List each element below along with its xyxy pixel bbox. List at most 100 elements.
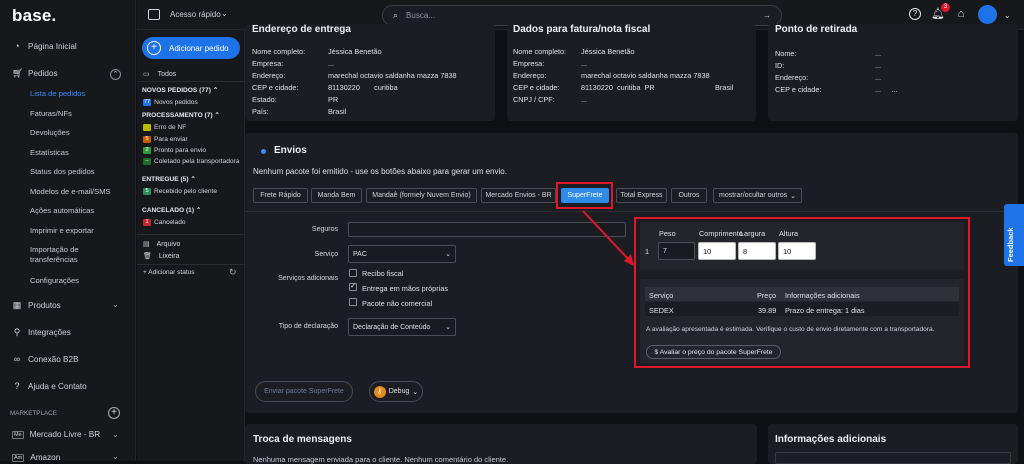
chevron-down-icon[interactable]: ⌄ [112, 430, 119, 439]
send-package-button[interactable]: Enviar pacote SuperFrete [255, 381, 353, 402]
weight-input[interactable]: 7 [658, 242, 695, 260]
add-marketplace-icon[interactable]: + [108, 407, 120, 419]
width-header: Largura [740, 229, 766, 238]
mercado-icon: Me [12, 430, 24, 439]
tab-superfrete[interactable]: SuperFrete [561, 188, 609, 203]
nav-b2b[interactable]: ∞ Conexão B2B [12, 354, 79, 364]
search-input[interactable]: ⌕ Busca... → [382, 5, 782, 26]
filter-cancelled[interactable]: 1 Cancelado [143, 219, 186, 226]
refresh-icon[interactable]: ↻ [229, 267, 237, 278]
nav-products[interactable]: ▦ Produtos [12, 300, 61, 310]
group-processing-title: PROCESSAMENTO (7) [142, 112, 213, 119]
chevron-down-icon[interactable]: ⌄ [221, 9, 228, 18]
filter-trash[interactable]: 🗑︎ Lixeira [143, 252, 180, 261]
nav-help[interactable]: ? Ajuda e Contato [12, 381, 87, 391]
debug-label: Debug [388, 388, 410, 395]
sub-automations[interactable]: Ações automáticas [30, 206, 94, 215]
pickup-label: CEP e cidade: [775, 85, 822, 94]
maos-proprias-checkbox[interactable]: ✓ [349, 283, 357, 291]
length-input[interactable]: 10 [698, 242, 736, 260]
add-status-link[interactable]: + Adicionar status [143, 269, 195, 276]
archive-icon: ▤ [143, 241, 150, 248]
delivery-value: 81130220 curitiba [328, 83, 398, 92]
servico-value: PAC [353, 250, 367, 258]
sub-templates[interactable]: Modelos de e-mail/SMS [30, 187, 111, 196]
tab-outros[interactable]: Outros [671, 188, 707, 203]
sub-returns[interactable]: Devoluções [30, 128, 70, 137]
sub-order-status[interactable]: Status dos pedidos [30, 167, 95, 176]
toggle-others-dropdown[interactable]: mostrar/ocultar outros ⌄ [713, 188, 802, 203]
link-icon: ∞ [13, 354, 21, 364]
nav-orders[interactable]: 🛒︎ Pedidos [12, 68, 58, 78]
filter-new[interactable]: 77 Novos pedidos [143, 99, 198, 106]
servico-select[interactable]: PAC ⌄ [348, 245, 456, 263]
filter-ready[interactable]: 2 Pronto para envio [143, 147, 206, 154]
nav-integrations[interactable]: ⚲ Integrações [12, 327, 71, 337]
delivery-label: Endereço: [252, 71, 286, 80]
delivery-value: PR [328, 95, 339, 104]
sub-orders-list[interactable]: Lista de pedidos [30, 89, 85, 98]
filter-collected[interactable]: – Coletado pela transportadora [143, 158, 239, 165]
sub-import-2[interactable]: transferências [30, 255, 78, 264]
debug-button[interactable]: ⚷ Debug ⌄ [369, 381, 423, 402]
chevron-down-icon[interactable]: ⌄ [112, 300, 119, 309]
collapse-icon[interactable]: ⌃ [110, 69, 121, 80]
height-input[interactable]: 10 [778, 242, 816, 260]
filter-nf-error[interactable]: Erro de NF [143, 124, 186, 131]
quote-service-header: Serviço [649, 291, 674, 300]
sub-import[interactable]: Importação de [30, 245, 79, 254]
add-order-button[interactable]: + Adicionar pedido [142, 37, 240, 59]
group-processing-header[interactable]: PROCESSAMENTO (7) ⌃ [142, 111, 220, 119]
billing-value: 81130220 curitiba PR [581, 83, 655, 92]
filter-all[interactable]: ▭ Todos [143, 70, 176, 79]
nav-home[interactable]: ◔ Página Inicial [12, 41, 76, 51]
delivery-label: CEP e cidade: [252, 83, 299, 92]
group-delivered-header[interactable]: ENTREGUE (5) ⌃ [142, 175, 196, 183]
tab-total-express[interactable]: Total Express [616, 188, 667, 203]
nav-mercado[interactable]: Me Mercado Livre - BR [12, 430, 100, 439]
help-icon[interactable]: ? [909, 8, 921, 20]
nav-help-label: Ajuda e Contato [28, 381, 87, 391]
sub-settings[interactable]: Configurações [30, 276, 79, 285]
delivery-title: Endereço de entrega [252, 24, 351, 35]
arrow-right-icon[interactable]: → [763, 11, 771, 20]
quote-price-button[interactable]: $ Avaliar o preço do pacote SuperFrete [646, 345, 781, 359]
pickup-value: ... [875, 49, 882, 58]
chevron-down-icon[interactable]: ⌄ [1004, 11, 1011, 20]
seguros-label: Seguros [311, 226, 338, 233]
gauge-icon: ◔ [14, 41, 20, 51]
billing-title: Dados para fatura/nota fiscal [513, 24, 651, 35]
billing-value: Jéssica Benetão [581, 47, 635, 56]
tipo-declaracao-select[interactable]: Declaração de Conteúdo ⌄ [348, 318, 456, 336]
sub-invoices[interactable]: Faturas/NFs [30, 109, 72, 118]
layout-icon[interactable] [148, 9, 160, 20]
main-sidebar: base. ◔ Página Inicial 🛒︎ Pedidos ⌃ Lista … [0, 0, 136, 462]
pickup-value: ... ... [875, 85, 898, 94]
tab-manda-bem[interactable]: Manda Bem [311, 188, 362, 203]
filter-archive[interactable]: ▤ Arquivo [143, 240, 180, 249]
tab-mandae[interactable]: Mandaê (formely Nuvem Envio) [366, 188, 477, 203]
recibo-checkbox[interactable] [349, 269, 357, 277]
tab-mercado-envios[interactable]: Mercado Envios - BR [481, 188, 556, 203]
width-input[interactable]: 8 [738, 242, 776, 260]
weight-header: Peso [659, 229, 676, 238]
delivery-label: País: [252, 107, 269, 116]
chevron-down-icon[interactable]: ⌄ [112, 452, 119, 461]
sub-print-export[interactable]: Imprimir e exportar [30, 226, 94, 235]
group-cancelled-header[interactable]: CANCELADO (1) ⌃ [142, 206, 201, 214]
pickup-title: Ponto de retirada [775, 24, 858, 35]
nao-comercial-checkbox[interactable] [349, 298, 357, 306]
nav-mercado-label: Mercado Livre - BR [29, 430, 101, 439]
store-icon[interactable]: ⌂ [954, 7, 968, 21]
extra-info-input[interactable] [775, 452, 1011, 464]
tab-frete-rapido[interactable]: Frete Rápido [253, 188, 308, 203]
filter-received[interactable]: 5 Recebido pelo cliente [143, 188, 217, 195]
quick-access[interactable]: Acesso rápido [170, 10, 221, 19]
filter-to-send-label: Para enviar [154, 136, 188, 143]
filter-to-send[interactable]: 5 Para enviar [143, 136, 188, 143]
count-badge: 5 [143, 188, 151, 195]
group-new-header[interactable]: NOVOS PEDIDOS (77) ⌃ [142, 86, 218, 94]
nav-integrations-label: Integrações [28, 327, 71, 337]
sub-stats[interactable]: Estatísticas [30, 148, 69, 157]
avatar[interactable] [978, 5, 997, 24]
